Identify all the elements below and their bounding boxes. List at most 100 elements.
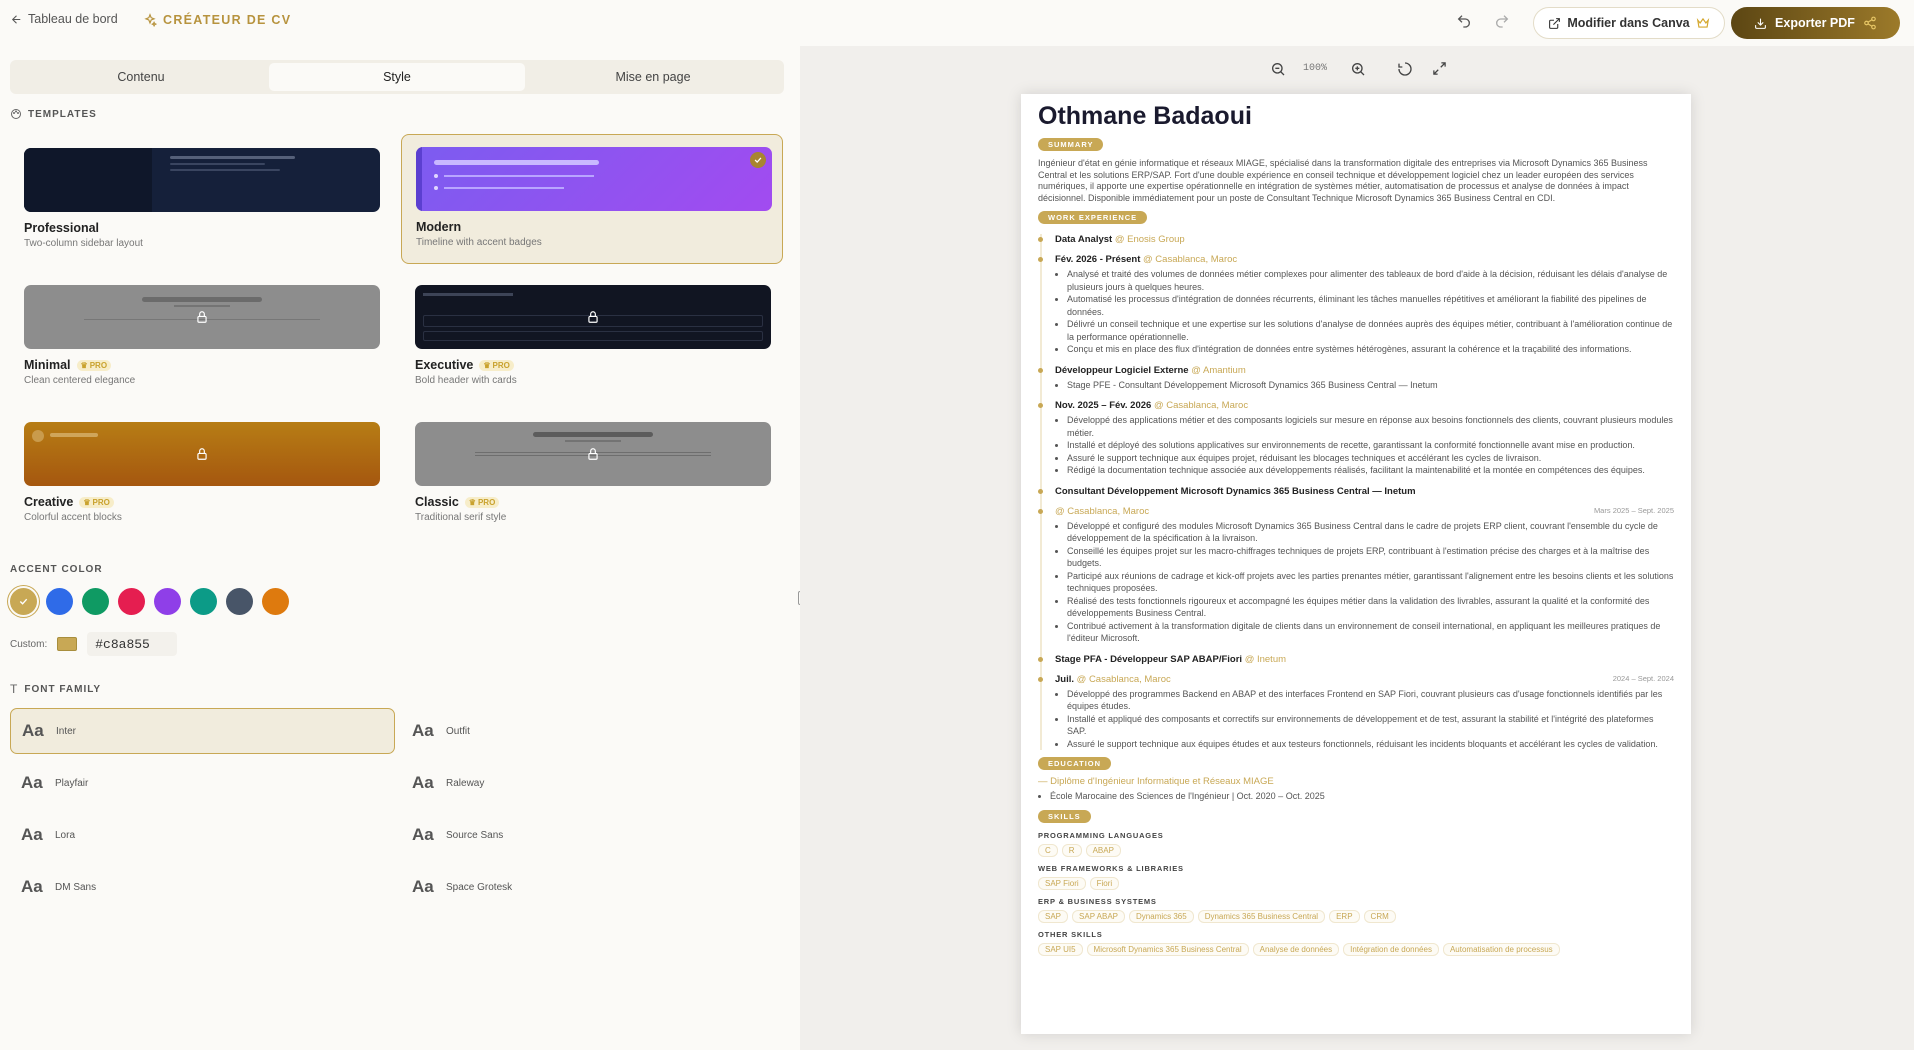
skill-chip: SAP bbox=[1038, 909, 1069, 923]
accent-swatch[interactable] bbox=[10, 588, 37, 615]
summary-badge: SUMMARY bbox=[1038, 138, 1104, 151]
skill-chip: SAP ABAP bbox=[1072, 909, 1126, 923]
font-name: Raleway bbox=[446, 777, 485, 789]
font-option[interactable]: Aa Space Grotesk bbox=[401, 864, 786, 910]
accent-swatch[interactable] bbox=[154, 588, 181, 615]
font-option[interactable]: Aa Raleway bbox=[401, 760, 786, 806]
tab-style[interactable]: Style bbox=[269, 63, 525, 91]
timeline-entry: Stage PFA - Développeur SAP ABAP/Fiori @… bbox=[1038, 654, 1674, 665]
education-title: — Diplôme d'Ingénieur Informatique et Ré… bbox=[1038, 776, 1274, 787]
font-name: Outfit bbox=[446, 725, 470, 737]
font-sample: Aa bbox=[21, 773, 43, 792]
entry-dates: Mars 2025 – Sept. 2025 bbox=[1593, 505, 1674, 515]
lock-icon bbox=[588, 448, 598, 460]
font-sample: Aa bbox=[412, 825, 434, 844]
font-title: FONT FAMILY bbox=[24, 683, 102, 695]
custom-hex-input[interactable]: #c8a855 bbox=[87, 632, 178, 656]
skill-chips: SAP UI5 Microsoft Dynamics 365 Business C… bbox=[1038, 942, 1674, 956]
redo-icon bbox=[1496, 15, 1509, 28]
templates-heading: TEMPLATES bbox=[10, 108, 97, 120]
template-professional[interactable]: Professional Two-column sidebar layout bbox=[10, 136, 392, 266]
accent-swatch[interactable] bbox=[46, 588, 73, 615]
font-name: Lora bbox=[55, 829, 76, 841]
app-brand: CRÉATEUR DE CV bbox=[143, 13, 291, 27]
entry-bullet: Installé et déployé des solutions applic… bbox=[1067, 439, 1674, 452]
entry-bullet: Développé des programmes Backend en ABAP… bbox=[1067, 688, 1674, 713]
entry-title: Fév. 2026 - Présent @ Casablanca, Maroc bbox=[1055, 254, 1674, 265]
timeline-entry: @ Casablanca, Maroc Mars 2025 – Sept. 202… bbox=[1038, 505, 1674, 645]
font-option[interactable]: Aa Lora bbox=[10, 812, 395, 858]
template-name: Classic bbox=[415, 495, 459, 509]
entry-title-text: Consultant Développement Microsoft Dynam… bbox=[1055, 485, 1416, 497]
brand-label: CRÉATEUR DE CV bbox=[163, 13, 292, 27]
font-name: Playfair bbox=[55, 777, 89, 789]
template-executive[interactable]: Executive ♛ PRO Bold header with cards bbox=[401, 273, 783, 403]
templates-title: TEMPLATES bbox=[28, 108, 97, 120]
template-thumbnail bbox=[416, 147, 772, 211]
undo-button[interactable] bbox=[1456, 13, 1472, 29]
skill-chip: ABAP bbox=[1085, 843, 1121, 857]
zoom-in-button[interactable] bbox=[1350, 61, 1366, 77]
style-panel: Contenu Style Mise en page TEMPLATES Pro… bbox=[0, 46, 804, 1050]
skill-chips: SAP SAP ABAP Dynamics 365 Dynamics 365 Busi… bbox=[1038, 909, 1674, 923]
skill-chip: SAP UI5 bbox=[1038, 942, 1083, 956]
accent-swatch[interactable] bbox=[226, 588, 253, 615]
redo-button[interactable] bbox=[1494, 13, 1510, 29]
accent-swatch[interactable] bbox=[82, 588, 109, 615]
entry-bullet: Rédigé la documentation technique associ… bbox=[1067, 464, 1674, 477]
template-creative[interactable]: Creative ♛ PRO Colorful accent blocks bbox=[10, 410, 392, 540]
font-sample: Aa bbox=[22, 721, 44, 740]
crown-icon: ♛ bbox=[80, 360, 88, 370]
accent-swatch[interactable] bbox=[262, 588, 289, 615]
font-sample: Aa bbox=[412, 721, 434, 740]
font-family-heading: T FONT FAMILY bbox=[10, 682, 101, 696]
entry-bullet: Installé et appliqué des composants et c… bbox=[1067, 713, 1674, 738]
entry-title: Nov. 2025 – Fév. 2026 @ Casablanca, Maro… bbox=[1055, 400, 1674, 411]
canva-label: Modifier dans Canva bbox=[1567, 16, 1690, 30]
accent-swatch[interactable] bbox=[118, 588, 145, 615]
template-desc: Colorful accent blocks bbox=[24, 512, 122, 523]
template-name: Minimal bbox=[24, 358, 71, 372]
template-modern[interactable]: Modern Timeline with accent badges bbox=[401, 134, 783, 264]
tab-content[interactable]: Contenu bbox=[13, 63, 269, 91]
font-option[interactable]: Aa Source Sans bbox=[401, 812, 786, 858]
tab-layout[interactable]: Mise en page bbox=[525, 63, 781, 91]
entry-location: @ Casablanca, Maroc bbox=[1143, 254, 1238, 265]
entry-title: Développeur Logiciel Externe @ Amantium bbox=[1055, 365, 1674, 376]
entry-bullet: Analysé et traité des volumes de données… bbox=[1067, 268, 1674, 293]
crown-icon bbox=[1696, 17, 1709, 28]
font-option[interactable]: Aa Outfit bbox=[401, 708, 786, 754]
skill-group-title: ERP & BUSINESS SYSTEMS bbox=[1038, 896, 1157, 906]
custom-color-picker[interactable] bbox=[57, 637, 78, 651]
timeline-entry: Nov. 2025 – Fév. 2026 @ Casablanca, Maro… bbox=[1038, 400, 1674, 477]
entry-bullet: Assuré le support technique aux équipes … bbox=[1067, 738, 1674, 751]
fullscreen-button[interactable] bbox=[1432, 61, 1447, 76]
template-thumbnail bbox=[24, 148, 380, 212]
zoom-out-button[interactable] bbox=[1270, 61, 1286, 77]
reset-zoom-button[interactable] bbox=[1397, 61, 1413, 77]
skill-chip: Intégration de données bbox=[1343, 942, 1439, 956]
entry-bullet: Assuré le support technique aux équipes … bbox=[1067, 452, 1674, 465]
font-option[interactable]: Aa DM Sans bbox=[10, 864, 395, 910]
entry-bullet: Développé et configuré des modules Micro… bbox=[1067, 520, 1674, 545]
skill-chip: SAP Fiori bbox=[1038, 876, 1086, 890]
skills-section: PROGRAMMING LANGUAGES C R ABAP WEB FRAMEWORK… bbox=[1038, 831, 1674, 956]
template-minimal[interactable]: Minimal ♛ PRO Clean centered elegance bbox=[10, 273, 392, 403]
font-option[interactable]: Aa Playfair bbox=[10, 760, 395, 806]
edit-in-canva-button[interactable]: Modifier dans Canva bbox=[1533, 7, 1725, 39]
skill-chip: R bbox=[1061, 843, 1082, 857]
font-name: Space Grotesk bbox=[446, 881, 513, 893]
pro-badge: ♛ PRO bbox=[79, 496, 114, 508]
skill-chip: Dynamics 365 Business Central bbox=[1197, 909, 1326, 923]
rotate-icon bbox=[1398, 62, 1412, 76]
font-option[interactable]: Aa Inter bbox=[10, 708, 395, 754]
template-classic[interactable]: Classic ♛ PRO Traditional serif style bbox=[401, 410, 783, 540]
skill-group-title: OTHER SKILLS bbox=[1038, 929, 1103, 939]
accent-swatch[interactable] bbox=[190, 588, 217, 615]
undo-icon bbox=[1457, 15, 1470, 28]
skill-group-title: WEB FRAMEWORKS & LIBRARIES bbox=[1038, 863, 1184, 873]
back-to-dashboard-link[interactable]: Tableau de bord bbox=[10, 12, 118, 26]
entry-bullet: Automatisé les processus d'intégration d… bbox=[1067, 293, 1674, 318]
skill-chip: Fiori bbox=[1089, 876, 1120, 890]
export-pdf-button[interactable]: Exporter PDF bbox=[1731, 7, 1900, 39]
